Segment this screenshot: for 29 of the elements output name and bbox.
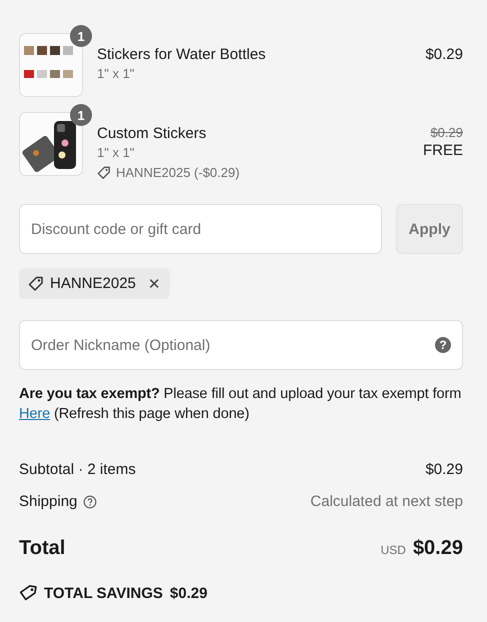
help-icon[interactable] <box>83 494 98 508</box>
product-price: FREE <box>422 142 463 159</box>
here-link[interactable]: Here <box>19 406 50 422</box>
product-variant: 1" x 1" <box>97 145 136 160</box>
total-savings-label: TOTAL SAVINGS <box>44 584 163 602</box>
product-name: Custom Stickers <box>97 125 208 142</box>
summary-label: Shipping <box>19 493 78 510</box>
total-label: Total <box>19 537 66 560</box>
help-icon[interactable]: ? <box>435 337 451 353</box>
quantity-badge: 1 <box>70 104 92 126</box>
product-variant: 1" x 1" <box>97 66 136 81</box>
product-price: $0.29 <box>425 46 463 63</box>
product-name: Stickers for Water Bottles <box>97 46 267 63</box>
original-price: $0.29 <box>430 125 463 140</box>
order-nickname-field[interactable]: Order Nickname (Optional) ? <box>19 320 463 370</box>
tag-icon <box>28 276 44 292</box>
total-amount: $0.29 <box>412 537 463 560</box>
total-savings-amount: $0.29 <box>170 584 208 602</box>
tag-icon <box>97 166 111 180</box>
tax-exempt-note: Are you tax exempt? Please fill out and upload your tax exempt form Here (Refresh this page when done) <box>19 385 462 424</box>
summary-value: Calculated at next step <box>310 493 463 510</box>
tag-icon <box>18 582 38 604</box>
quantity-badge: 1 <box>70 25 92 47</box>
discount-code: HANNE2025 <box>50 275 136 292</box>
summary-label: Subtotal · 2 items <box>19 461 136 478</box>
item-discount: HANNE2025 (-$0.29) <box>116 165 240 180</box>
discount-code-field[interactable]: Discount code or gift card <box>19 204 382 254</box>
summary-value: $0.29 <box>425 461 463 478</box>
currency-code: USD <box>380 543 406 557</box>
